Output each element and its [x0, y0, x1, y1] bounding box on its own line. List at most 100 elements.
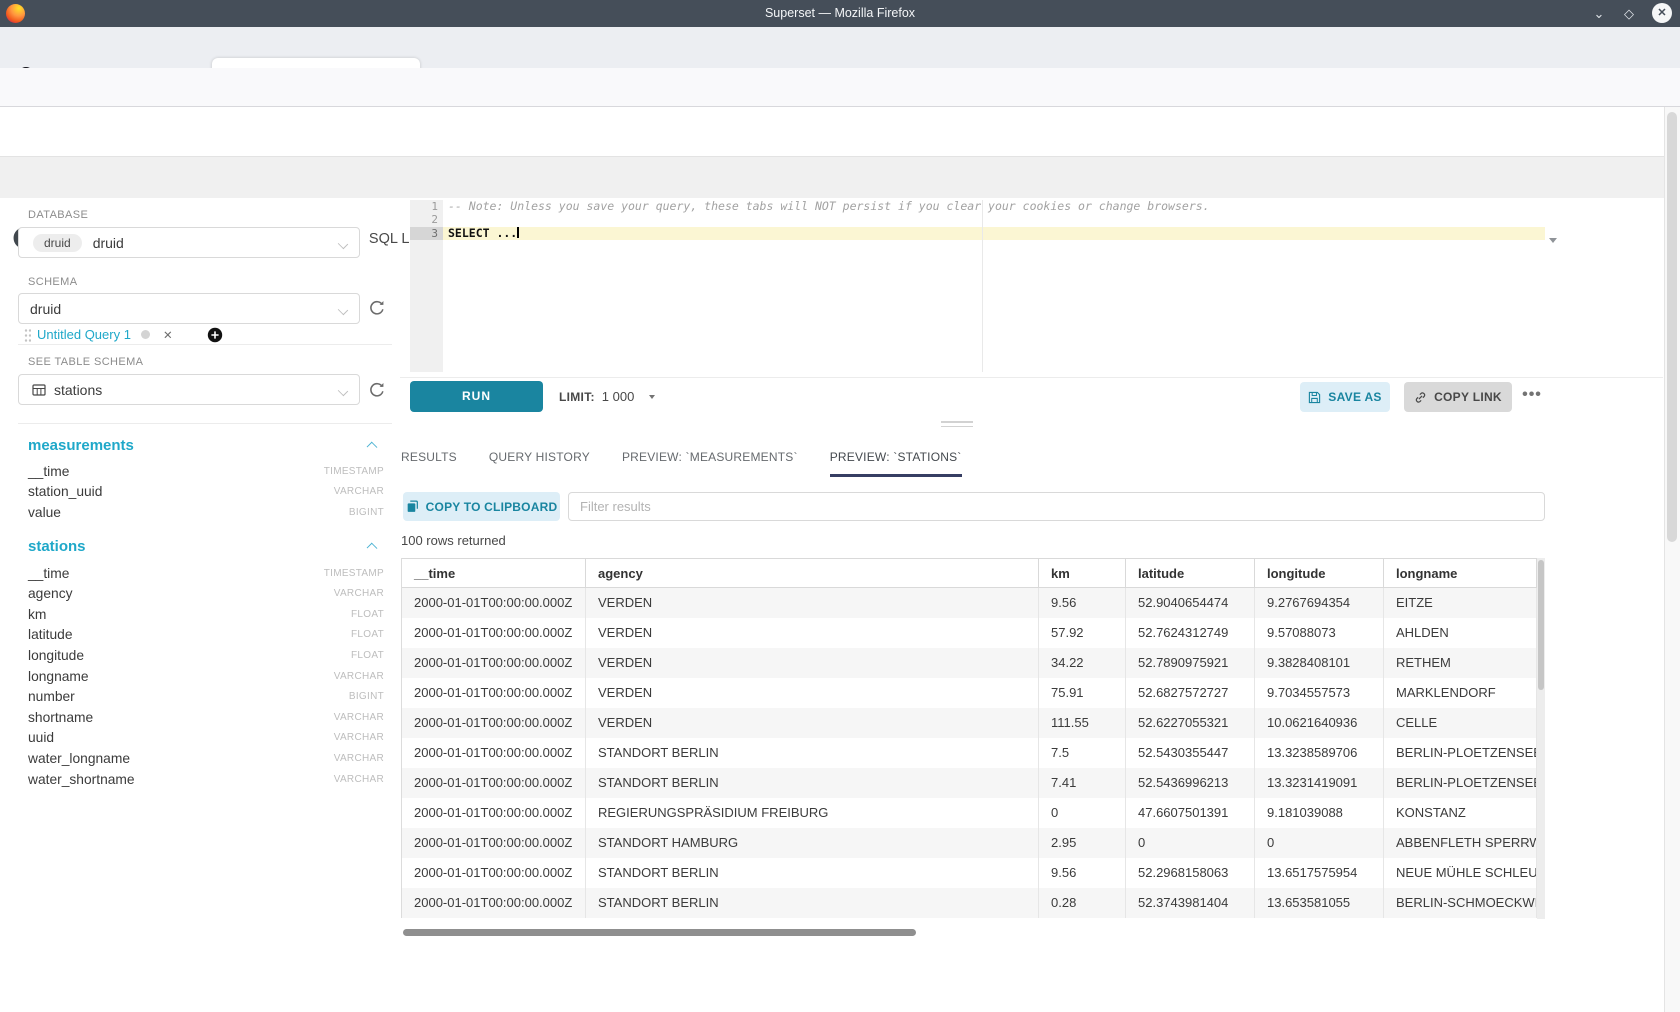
- table-cell: MARKLENDORF: [1384, 678, 1537, 708]
- schema-column-row: water_longnameVARCHAR: [28, 748, 384, 769]
- query-tab-title[interactable]: Untitled Query 1: [37, 327, 131, 342]
- line-number: 1: [410, 200, 443, 213]
- column-name: agency: [28, 586, 334, 601]
- table-cell: KONSTANZ: [1384, 798, 1537, 828]
- table-cell: ABBENFLETH SPERRWERK: [1384, 828, 1537, 858]
- table-header-cell[interactable]: longname: [1384, 558, 1537, 588]
- schema-column-row: kmFLOAT: [28, 604, 384, 625]
- save-icon: [1308, 391, 1321, 404]
- refresh-table-icon[interactable]: [368, 381, 386, 399]
- table-cell: VERDEN: [586, 708, 1039, 738]
- table-cell: 9.7034557573: [1255, 678, 1384, 708]
- table-cell: 2.95: [1039, 828, 1126, 858]
- database-label: DATABASE: [28, 209, 88, 221]
- table-cell: STANDORT BERLIN: [586, 888, 1039, 918]
- table-cell: 9.2767694354: [1255, 588, 1384, 618]
- more-options-icon[interactable]: •••: [1518, 382, 1546, 412]
- table-row[interactable]: 2000-01-01T00:00:00.000ZREGIERUNGSPRÄSID…: [402, 798, 1537, 828]
- pane-resize-handle[interactable]: [941, 421, 973, 429]
- save-as-button[interactable]: SAVE AS: [1300, 382, 1390, 412]
- schema-select[interactable]: druid: [18, 293, 360, 324]
- table-cell: NEUE MÜHLE SCHLEUSE OP: [1384, 858, 1537, 888]
- chevron-up-icon[interactable]: [367, 441, 378, 452]
- table-row[interactable]: 2000-01-01T00:00:00.000ZSTANDORT BERLIN9…: [402, 858, 1537, 888]
- table-cell: STANDORT BERLIN: [586, 768, 1039, 798]
- table-row[interactable]: 2000-01-01T00:00:00.000ZVERDEN111.5552.6…: [402, 708, 1537, 738]
- refresh-schema-icon[interactable]: [368, 299, 386, 317]
- limit-dropdown[interactable]: LIMIT: 1 000: [559, 381, 655, 412]
- table-row[interactable]: 2000-01-01T00:00:00.000ZSTANDORT BERLIN0…: [402, 888, 1537, 918]
- schema-column-row: __timeTIMESTAMP: [28, 461, 384, 482]
- code-line[interactable]: [443, 213, 1545, 226]
- column-type: FLOAT: [351, 629, 384, 640]
- table-cell: 9.56: [1039, 588, 1126, 618]
- window-titlebar[interactable]: Superset — Mozilla Firefox ⌄ ◇ ✕: [0, 0, 1680, 27]
- tab-list-chevron-icon[interactable]: ⌄: [1588, 3, 1610, 25]
- editor-code-area[interactable]: -- Note: Unless you save your query, the…: [443, 200, 1545, 372]
- drag-handle-icon[interactable]: [24, 328, 31, 342]
- window-close-icon[interactable]: ✕: [1652, 3, 1672, 23]
- table-header-cell[interactable]: longitude: [1255, 558, 1384, 588]
- table-cell: 9.57088073: [1255, 618, 1384, 648]
- unsaved-dot-icon: [141, 330, 150, 339]
- table-row[interactable]: 2000-01-01T00:00:00.000ZSTANDORT BERLIN7…: [402, 768, 1537, 798]
- table-vertical-scrollbar-thumb[interactable]: [1538, 560, 1544, 690]
- database-select[interactable]: druid druid: [18, 227, 360, 258]
- table-cell: 13.6517575954: [1255, 858, 1384, 888]
- column-name: water_shortname: [28, 772, 334, 787]
- table-row[interactable]: 2000-01-01T00:00:00.000ZSTANDORT HAMBURG…: [402, 828, 1537, 858]
- table-cell: VERDEN: [586, 588, 1039, 618]
- schema-table-header-measurements[interactable]: measurements: [28, 432, 384, 458]
- schema-table-title: measurements: [28, 437, 368, 454]
- results-tab-preview-stations[interactable]: PREVIEW: `STATIONS`: [830, 437, 962, 477]
- chevron-up-icon[interactable]: [367, 543, 378, 554]
- query-tab-close-icon[interactable]: ✕: [163, 328, 173, 342]
- table-row[interactable]: 2000-01-01T00:00:00.000ZSTANDORT BERLIN7…: [402, 738, 1537, 768]
- copy-to-clipboard-button[interactable]: COPY TO CLIPBOARD: [403, 492, 560, 521]
- table-row[interactable]: 2000-01-01T00:00:00.000ZVERDEN34.2252.78…: [402, 648, 1537, 678]
- page-scrollbar-thumb[interactable]: [1667, 112, 1677, 542]
- table-row[interactable]: 2000-01-01T00:00:00.000ZVERDEN57.9252.76…: [402, 618, 1537, 648]
- column-type: VARCHAR: [334, 486, 384, 497]
- column-name: __time: [28, 464, 324, 479]
- chevron-down-icon: [649, 395, 655, 399]
- table-header-cell[interactable]: agency: [586, 558, 1039, 588]
- table-cell: 52.2968158063: [1126, 858, 1255, 888]
- table-header-cell[interactable]: latitude: [1126, 558, 1255, 588]
- table-cell: 2000-01-01T00:00:00.000Z: [402, 618, 586, 648]
- table-cell: AHLDEN: [1384, 618, 1537, 648]
- table-row[interactable]: 2000-01-01T00:00:00.000ZVERDEN9.5652.904…: [402, 588, 1537, 618]
- table-horizontal-scrollbar-thumb[interactable]: [403, 929, 916, 936]
- table-header-cell[interactable]: __time: [402, 558, 586, 588]
- table-cell: STANDORT BERLIN: [586, 738, 1039, 768]
- copy-link-button[interactable]: COPY LINK: [1404, 382, 1512, 412]
- table-cell: 10.0621640936: [1255, 708, 1384, 738]
- filter-results-input[interactable]: [568, 492, 1545, 521]
- table-row[interactable]: 2000-01-01T00:00:00.000ZVERDEN75.9152.68…: [402, 678, 1537, 708]
- column-type: TIMESTAMP: [324, 466, 384, 477]
- editor-gutter: 123: [410, 200, 443, 372]
- spacer: [28, 523, 384, 534]
- code-line[interactable]: -- Note: Unless you save your query, the…: [443, 200, 1545, 213]
- run-button[interactable]: RUN: [410, 381, 543, 412]
- table-icon: [32, 383, 46, 397]
- table-cell: 2000-01-01T00:00:00.000Z: [402, 828, 586, 858]
- results-tab-preview-measurements[interactable]: PREVIEW: `MEASUREMENTS`: [622, 437, 798, 477]
- column-type: VARCHAR: [334, 753, 384, 764]
- table-cell: 52.6827572727: [1126, 678, 1255, 708]
- limit-label: LIMIT:: [559, 390, 595, 404]
- table-cell: REGIERUNGSPRÄSIDIUM FREIBURG: [586, 798, 1039, 828]
- schema-table-header-stations[interactable]: stations: [28, 534, 384, 560]
- results-tab-results[interactable]: RESULTS: [401, 437, 457, 477]
- schema-table-list: measurements__timeTIMESTAMPstation_uuidV…: [28, 432, 384, 789]
- code-line[interactable]: SELECT ...: [443, 227, 1545, 240]
- schema-column-row: longnameVARCHAR: [28, 666, 384, 687]
- results-tab-query-history[interactable]: QUERY HISTORY: [489, 437, 590, 477]
- table-header-cell[interactable]: km: [1039, 558, 1126, 588]
- rows-returned-text: 100 rows returned: [401, 533, 506, 548]
- sql-editor[interactable]: 123 -- Note: Unless you save your query,…: [410, 200, 1545, 372]
- table-schema-select[interactable]: stations: [18, 374, 360, 405]
- table-cell: 52.7890975921: [1126, 648, 1255, 678]
- table-cell: STANDORT HAMBURG: [586, 828, 1039, 858]
- window-restore-icon[interactable]: ◇: [1618, 3, 1640, 25]
